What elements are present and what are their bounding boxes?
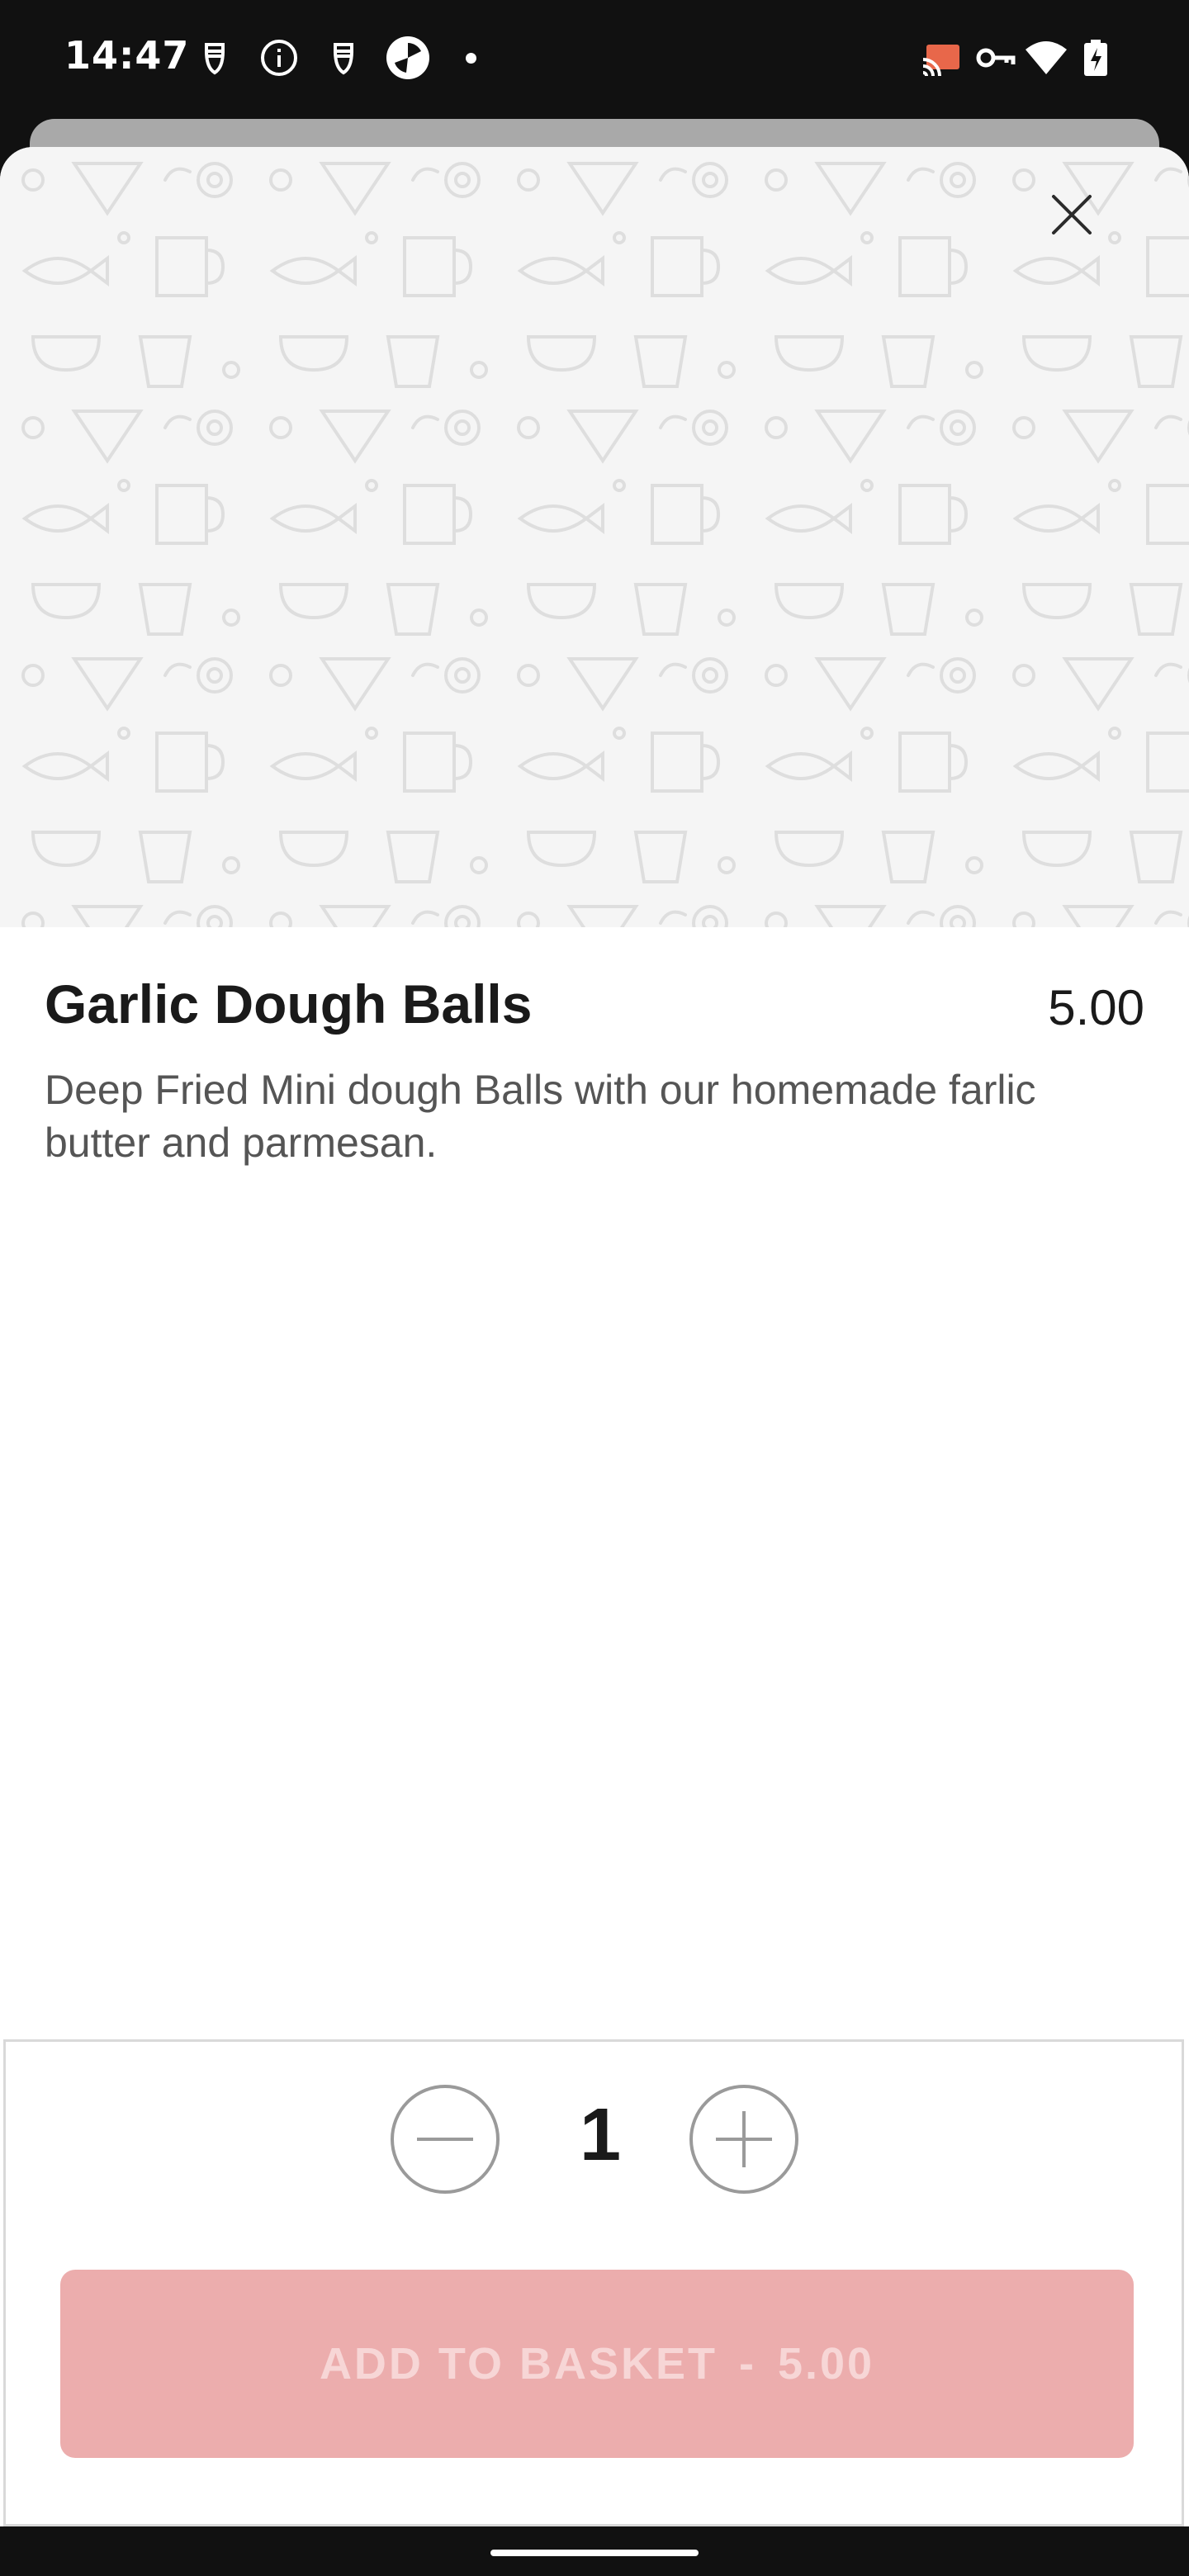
increase-quantity-button[interactable] — [689, 2085, 798, 2194]
decrease-quantity-button[interactable] — [391, 2085, 500, 2194]
add-to-basket-button[interactable]: ADD TO BASKET - 5.00 — [60, 2270, 1134, 2458]
wifi-icon — [1024, 38, 1068, 78]
close-icon — [1052, 195, 1092, 234]
item-price: 5.00 — [1048, 980, 1144, 1035]
sim-shield-icon — [324, 38, 363, 78]
add-to-basket-price: 5.00 — [777, 2339, 875, 2389]
add-to-basket-separator: - — [738, 2339, 756, 2389]
quantity-value: 1 — [579, 2094, 622, 2176]
minus-icon — [417, 2138, 473, 2141]
item-name: Garlic Dough Balls — [45, 973, 533, 1035]
battery-charging-icon — [1082, 38, 1110, 78]
notification-dot-icon — [466, 53, 476, 64]
item-image-placeholder — [0, 147, 1189, 927]
sim-shield-icon — [195, 38, 234, 78]
add-to-basket-label: ADD TO BASKET — [319, 2339, 718, 2389]
food-doodle-pattern — [0, 147, 1189, 927]
vpn-key-icon — [974, 38, 1017, 78]
gesture-navigation-handle[interactable] — [490, 2550, 699, 2556]
plus-icon — [716, 2111, 772, 2167]
order-panel: 1 ADD TO BASKET - 5.00 — [3, 2039, 1184, 2526]
status-time: 14:47 — [64, 33, 190, 78]
close-button[interactable] — [1049, 192, 1115, 258]
info-icon — [259, 38, 299, 78]
cast-icon — [920, 38, 964, 78]
item-description: Deep Fried Mini dough Balls with our hom… — [45, 1067, 1036, 1166]
status-bar: 14:47 — [0, 0, 1189, 119]
camera-app-icon — [385, 35, 431, 81]
